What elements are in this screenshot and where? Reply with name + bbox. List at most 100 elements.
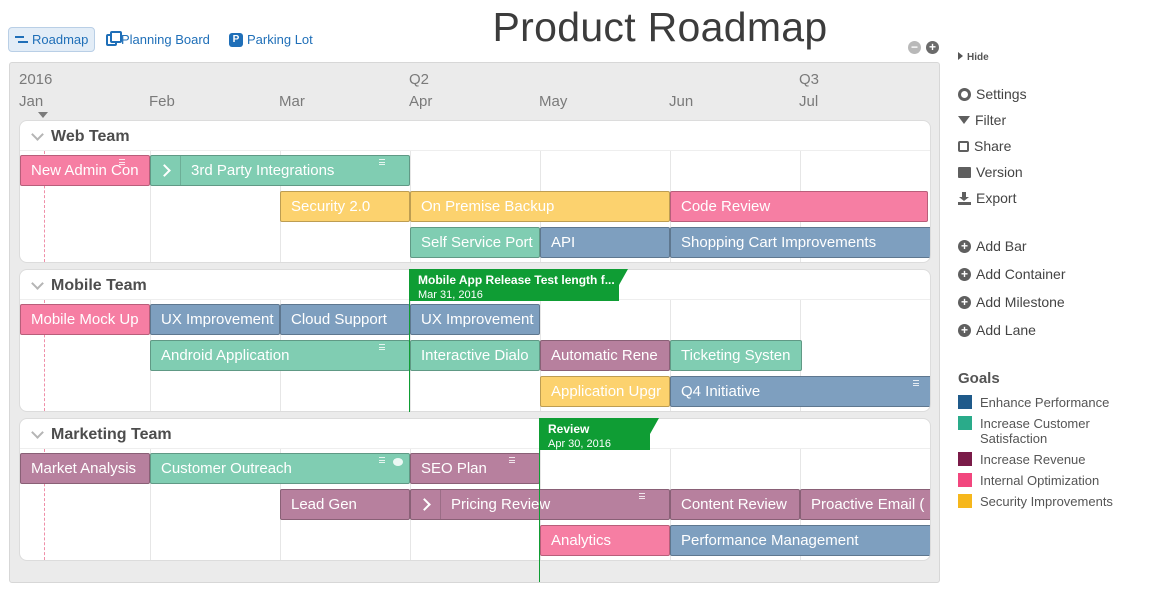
color-swatch [958, 416, 972, 430]
tab-roadmap[interactable]: Roadmap [8, 27, 96, 52]
bar-label: 3rd Party Integrations [191, 162, 335, 179]
bar-ux-improvement-2[interactable]: UX Improvement [410, 304, 540, 335]
filter-button[interactable]: Filter [958, 112, 1006, 128]
share-icon [958, 140, 969, 152]
container-header: Web Team [20, 121, 930, 151]
bar-interactive-dialog[interactable]: Interactive Dialo [410, 340, 540, 371]
goal-enhance-performance[interactable]: Enhance Performance [958, 395, 1109, 410]
container-header: Marketing Team [20, 419, 930, 449]
bar-label: Self Service Port [421, 234, 533, 251]
bar-label: Proactive Email ( [811, 496, 925, 513]
version-icon [958, 166, 971, 178]
bar-mobile-mock-up[interactable]: Mobile Mock Up [20, 304, 150, 335]
bar-label: UX Improvement [421, 311, 534, 328]
expand-arrow-icon[interactable] [151, 156, 181, 185]
bar-3rd-party-integrations[interactable]: 3rd Party Integrations [150, 155, 410, 186]
zoom-in-button[interactable]: + [926, 41, 939, 54]
bar-shopping-cart-improvements[interactable]: Shopping Cart Improvements [670, 227, 930, 258]
share-label: Share [974, 138, 1012, 154]
page-title: Product Roadmap [492, 4, 828, 50]
menu-icon[interactable] [913, 380, 919, 386]
milestone-flag[interactable]: Mobile App Release Test length f... Mar … [409, 269, 628, 301]
collapse-chevron-icon[interactable] [31, 277, 44, 290]
milestone-line [539, 450, 540, 582]
add-container-label: Add Container [976, 266, 1066, 282]
add-container-button[interactable]: + Add Container [958, 266, 1066, 282]
bar-security-2[interactable]: Security 2.0 [280, 191, 410, 222]
bar-on-premise-backup[interactable]: On Premise Backup [410, 191, 670, 222]
version-button[interactable]: Version [958, 164, 1023, 180]
menu-icon[interactable] [509, 457, 515, 463]
bar-ux-improvement-1[interactable]: UX Improvement [150, 304, 280, 335]
menu-icon[interactable] [639, 493, 645, 499]
export-button[interactable]: Export [958, 190, 1016, 206]
plus-icon: + [958, 239, 971, 253]
add-bar-button[interactable]: + Add Bar [958, 238, 1027, 254]
settings-button[interactable]: Settings [958, 86, 1027, 102]
tab-planning-board[interactable]: Planning Board [106, 27, 210, 52]
bar-application-upgrade[interactable]: Application Upgr [540, 376, 670, 407]
year-label: 2016 [19, 71, 53, 88]
bar-label: Android Application [161, 347, 290, 364]
expand-arrow-icon[interactable] [411, 490, 441, 519]
menu-icon[interactable] [379, 344, 385, 350]
zoom-out-button[interactable]: − [908, 41, 921, 54]
share-button[interactable]: Share [958, 138, 1011, 154]
container-title: Marketing Team [51, 426, 172, 443]
container-marketing-team: Marketing Team Market Analysis Customer … [19, 418, 931, 561]
milestone-flag[interactable]: Review Apr 30, 2016 [539, 418, 659, 450]
bar-label: Ticketing Systen [681, 347, 791, 364]
milestone-name: Review [548, 422, 590, 436]
collapse-chevron-icon[interactable] [31, 128, 44, 141]
bar-content-review[interactable]: Content Review [670, 489, 800, 520]
tab-parking-lot[interactable]: P Parking Lot [229, 27, 313, 52]
goal-increase-customer-satisfaction[interactable]: Increase Customer Satisfaction [958, 416, 1128, 446]
hide-panel-button[interactable]: Hide [958, 52, 989, 63]
milestone-name: Mobile App Release Test length f... [418, 273, 615, 287]
goals-title: Goals [958, 370, 1000, 387]
goal-internal-optimization[interactable]: Internal Optimization [958, 473, 1099, 488]
bar-market-analysis[interactable]: Market Analysis [20, 453, 150, 484]
bar-label: Application Upgr [551, 383, 662, 400]
bar-new-admin-console[interactable]: New Admin Con [20, 155, 150, 186]
bar-label: Automatic Rene [551, 347, 658, 364]
goal-security-improvements[interactable]: Security Improvements [958, 494, 1113, 509]
bar-cloud-support[interactable]: Cloud Support [280, 304, 410, 335]
milestone-line [409, 301, 410, 412]
bar-automatic-renewal[interactable]: Automatic Rene [540, 340, 670, 371]
bar-label: Lead Gen [291, 496, 357, 513]
add-milestone-button[interactable]: + Add Milestone [958, 294, 1065, 310]
container-web-team: Web Team New Admin Con 3rd Party Integra… [19, 120, 931, 263]
add-lane-button[interactable]: + Add Lane [958, 322, 1036, 338]
bar-api[interactable]: API [540, 227, 670, 258]
bar-label: Q4 Initiative [681, 383, 761, 400]
goal-increase-revenue[interactable]: Increase Revenue [958, 452, 1086, 467]
collapse-chevron-icon[interactable] [31, 426, 44, 439]
menu-icon[interactable] [379, 457, 385, 463]
filter-label: Filter [975, 112, 1007, 128]
bar-q4-initiative[interactable]: Q4 Initiative [670, 376, 930, 407]
milestone-date: Apr 30, 2016 [548, 438, 611, 450]
bar-customer-outreach[interactable]: Customer Outreach [150, 453, 410, 484]
plus-icon: + [958, 323, 971, 337]
planning-board-icon [106, 30, 122, 46]
bar-android-application[interactable]: Android Application [150, 340, 410, 371]
bar-label: Pricing Review [451, 496, 551, 513]
bar-analytics[interactable]: Analytics [540, 525, 670, 556]
bar-label: Shopping Cart Improvements [681, 234, 877, 251]
bar-pricing-review[interactable]: Pricing Review [410, 489, 670, 520]
bar-lead-gen[interactable]: Lead Gen [280, 489, 410, 520]
bar-performance-management[interactable]: Performance Management [670, 525, 930, 556]
bar-label: Mobile Mock Up [31, 311, 139, 328]
menu-icon[interactable] [119, 159, 125, 165]
roadmap-app: Roadmap Planning Board P Parking Lot Pro… [0, 0, 1150, 598]
color-swatch [958, 452, 972, 466]
bar-self-service-portal[interactable]: Self Service Port [410, 227, 540, 258]
month-label-jan: Jan [19, 93, 44, 110]
bar-seo-plan[interactable]: SEO Plan [410, 453, 540, 484]
menu-icon[interactable] [379, 159, 385, 165]
bar-code-review[interactable]: Code Review [670, 191, 928, 222]
bar-proactive-email[interactable]: Proactive Email ( [800, 489, 930, 520]
comment-icon[interactable] [393, 458, 403, 466]
bar-ticketing-system[interactable]: Ticketing Systen [670, 340, 802, 371]
